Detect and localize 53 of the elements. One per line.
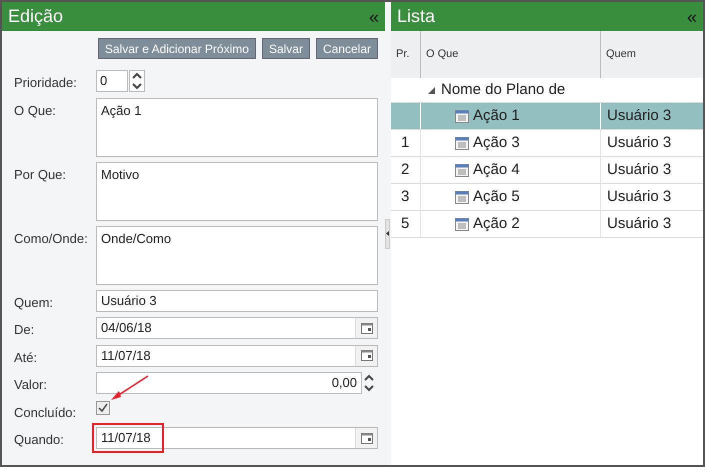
table-cell-text: Usuário 3 <box>607 186 672 207</box>
table-cell-text: Ação 4 <box>473 160 520 180</box>
column-header[interactable]: O Que <box>421 31 601 78</box>
field-label: Valor: <box>14 376 48 394</box>
document-icon <box>455 136 469 150</box>
field-label: Quem: <box>14 294 54 312</box>
table-cell-text: 1 <box>401 132 410 153</box>
list-row[interactable]: 3 Ação 5 Usuário 3 <box>391 184 703 211</box>
document-icon <box>455 110 469 122</box>
collapse-button[interactable]: « <box>368 8 379 26</box>
column-header[interactable]: Pr. <box>391 31 421 78</box>
text-area[interactable]: Ação 1 <box>96 98 378 156</box>
document-icon <box>455 218 469 230</box>
table-cell-text: Ação 1 <box>473 106 520 126</box>
field-label: Concluído: <box>14 404 78 422</box>
list-row[interactable]: 2 Ação 4 Usuário 3 <box>391 157 703 184</box>
list-row[interactable]: 5 Ação 2 Usuário 3 <box>391 211 703 238</box>
text-field[interactable]: Usuário 3 <box>96 290 378 312</box>
document-icon <box>455 190 469 204</box>
table-cell-text: Usuário 3 <box>607 132 672 153</box>
priority-field[interactable]: 0 <box>96 70 128 92</box>
field-label: Prioridade: <box>14 74 78 92</box>
field-label: Quando: <box>14 431 65 449</box>
expand-triangle-icon[interactable] <box>428 86 435 94</box>
table-cell-text: Ação 5 <box>473 186 520 207</box>
text-area[interactable]: Motivo <box>96 162 378 220</box>
number-field[interactable]: 0,00 <box>96 372 362 394</box>
table-cell-text: 5 <box>401 214 410 234</box>
panel-title: Lista <box>397 5 436 28</box>
check-icon <box>98 403 108 412</box>
group-label: Nome do Plano de <box>441 80 566 100</box>
field-label: Como/Onde: <box>14 230 89 248</box>
table-cell-text: 2 <box>401 160 410 180</box>
left-triangle-icon <box>386 231 389 236</box>
collapse-button[interactable]: « <box>686 8 697 26</box>
table-cell-text: Usuário 3 <box>607 214 672 234</box>
field-label: O Que: <box>14 102 57 120</box>
table-cell-text: Ação 2 <box>473 214 520 234</box>
table-cell-text: Ação 3 <box>473 132 520 153</box>
field-label: Por Que: <box>14 166 68 184</box>
table-cell-text: Usuário 3 <box>607 160 672 180</box>
field-label: De: <box>14 321 36 339</box>
list-row[interactable]: 1 Ação 3 Usuário 3 <box>391 130 703 157</box>
panel-title: Edição <box>8 5 64 28</box>
column-header[interactable]: Quem <box>601 31 703 78</box>
table-cell-text: Usuário 3 <box>607 106 672 126</box>
text-area[interactable]: Onde/Como <box>96 226 378 284</box>
document-icon <box>455 164 469 176</box>
splitter-handle[interactable] <box>385 218 390 248</box>
list-row[interactable]: Ação 1 Usuário 3 <box>391 103 703 130</box>
table-cell-text: 3 <box>401 186 410 207</box>
checkbox[interactable] <box>96 400 110 414</box>
field-label: Até: <box>14 348 38 366</box>
